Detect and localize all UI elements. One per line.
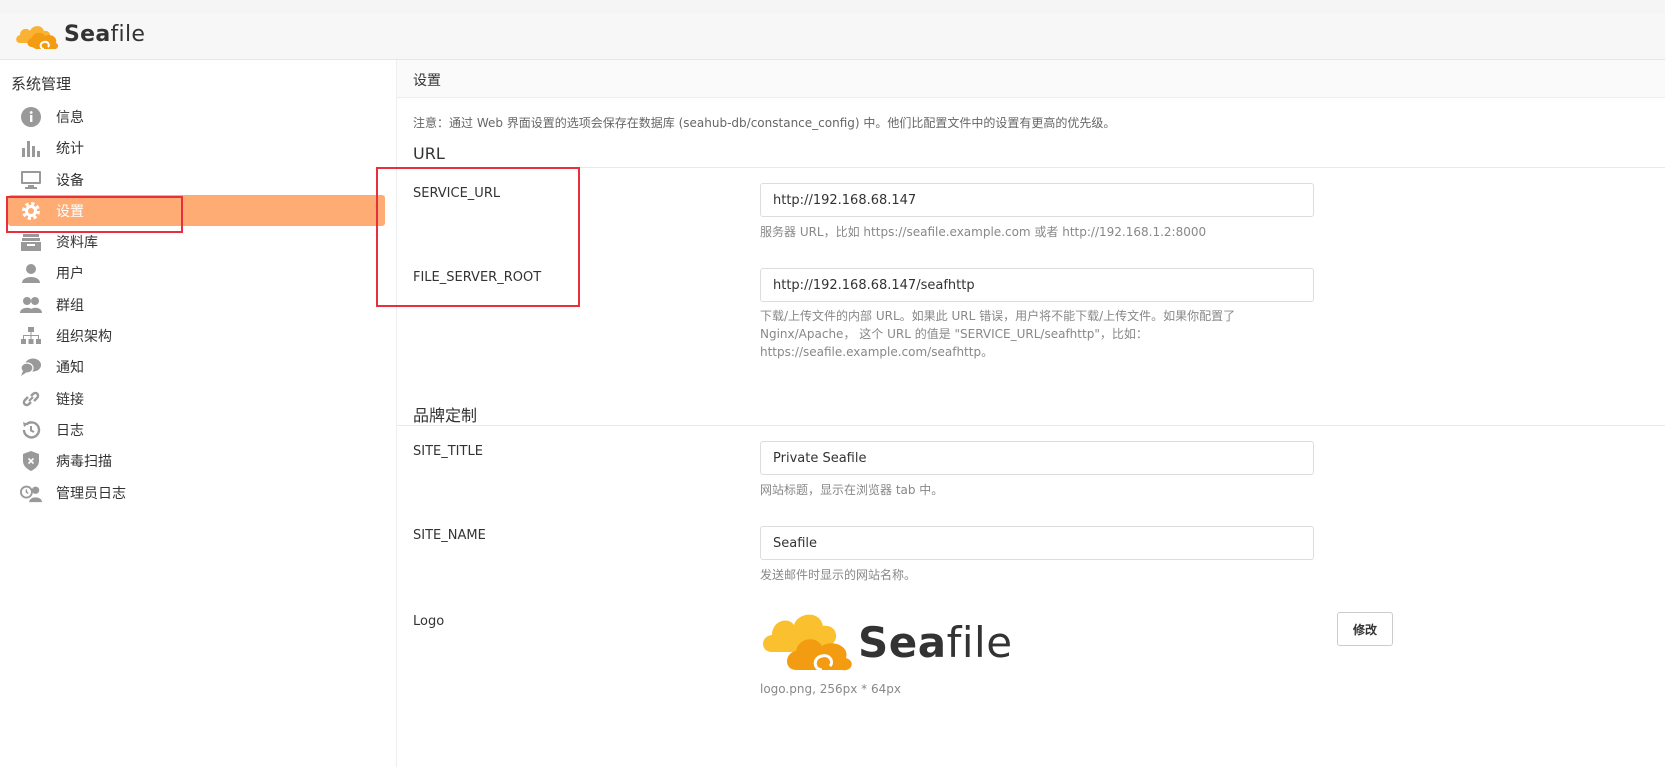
- sidebar-item-label: 管理员日志: [56, 485, 126, 502]
- sidebar-item-organization[interactable]: 组织架构: [0, 320, 396, 351]
- section-title-branding: 品牌定制: [413, 406, 478, 425]
- sidebar-item-links[interactable]: 链接: [0, 383, 396, 414]
- file-server-root-help: 下载/上传文件的内部 URL。如果此 URL 错误，用户将不能下载/上传文件。如…: [760, 309, 1236, 359]
- site-name-label: SITE_NAME: [413, 528, 486, 543]
- top-header: Seafile: [0, 13, 1665, 60]
- file-server-root-input[interactable]: [760, 268, 1314, 302]
- section-divider: [397, 167, 1665, 168]
- file-server-root-label: FILE_SERVER_ROOT: [413, 270, 542, 285]
- sidebar-item-label: 设备: [56, 172, 84, 189]
- service-url-help: 服务器 URL，比如 https://seafile.example.com 或…: [760, 225, 1207, 239]
- service-url-label: SERVICE_URL: [413, 186, 501, 201]
- admin-log-icon: [20, 483, 42, 503]
- library-icon: [20, 232, 42, 252]
- org-chart-icon: [20, 326, 42, 346]
- sidebar-item-label: 设置: [56, 203, 84, 220]
- sidebar-item-label: 统计: [56, 141, 84, 158]
- sidebar-item-label: 通知: [56, 360, 84, 377]
- sidebar-item-info[interactable]: 信息: [0, 101, 396, 132]
- group-icon: [20, 295, 42, 315]
- browser-top-strip: [0, 0, 1665, 14]
- shield-icon: [20, 451, 42, 472]
- settings-notice: 注意：通过 Web 界面设置的选项会保存在数据库 (seahub-db/cons…: [413, 116, 1116, 130]
- site-name-input[interactable]: [760, 526, 1314, 560]
- site-logo-image: Seafile: [760, 608, 1012, 678]
- seafile-logo-icon[interactable]: [14, 21, 62, 51]
- user-icon: [20, 263, 42, 284]
- sidebar-item-label: 群组: [56, 297, 84, 314]
- sidebar-item-label: 用户: [56, 266, 84, 283]
- info-icon: [20, 107, 42, 127]
- monitor-icon: [20, 170, 42, 190]
- sidebar-item-logs[interactable]: 日志: [0, 414, 396, 445]
- sidebar: 系统管理 信息 统计 设备 设置 资料库 用户 群组 组织架构 通知 链接 日志…: [0, 60, 397, 767]
- link-icon: [20, 389, 42, 409]
- sidebar-item-label: 链接: [56, 391, 84, 408]
- sidebar-item-label: 日志: [56, 422, 84, 439]
- main-panel: 设置 注意：通过 Web 界面设置的选项会保存在数据库 (seahub-db/c…: [397, 60, 1665, 767]
- site-name-help: 发送邮件时显示的网站名称。: [760, 568, 917, 582]
- sidebar-item-label: 信息: [56, 110, 84, 126]
- sidebar-title: 系统管理: [11, 75, 72, 93]
- sidebar-item-virus-scan[interactable]: 病毒扫描: [0, 445, 396, 476]
- service-url-input[interactable]: [760, 183, 1314, 217]
- logo-wordmark: Seafile: [858, 618, 1013, 667]
- sidebar-item-settings[interactable]: 设置: [0, 194, 396, 227]
- sidebar-item-statistics[interactable]: 统计: [0, 132, 396, 163]
- brand-name: Seafile: [64, 22, 146, 47]
- site-title-label: SITE_TITLE: [413, 444, 483, 459]
- sidebar-item-label: 病毒扫描: [56, 454, 112, 471]
- change-logo-button[interactable]: 修改: [1337, 612, 1393, 646]
- page-title: 设置: [413, 73, 441, 89]
- section-divider: [397, 425, 1665, 426]
- section-title-url: URL: [413, 144, 445, 163]
- sidebar-item-label: 资料库: [56, 235, 98, 252]
- history-icon: [20, 420, 42, 440]
- sidebar-item-notifications[interactable]: 通知: [0, 351, 396, 382]
- site-title-input[interactable]: [760, 441, 1314, 475]
- sidebar-item-label: 组织架构: [56, 329, 112, 346]
- seafile-logo-icon: [763, 614, 852, 672]
- sidebar-item-devices[interactable]: 设备: [0, 164, 396, 195]
- sidebar-item-groups[interactable]: 群组: [0, 289, 396, 320]
- logo-label: Logo: [413, 614, 445, 629]
- gear-icon: [20, 201, 42, 221]
- chat-icon: [20, 357, 42, 377]
- logo-help: logo.png, 256px * 64px: [760, 682, 901, 696]
- sidebar-item-admin-logs[interactable]: 管理员日志: [0, 477, 396, 508]
- sidebar-nav: 信息 统计 设备 设置 资料库 用户 群组 组织架构 通知 链接 日志 病毒扫描…: [0, 101, 396, 508]
- site-title-help: 网站标题，显示在浏览器 tab 中。: [760, 483, 944, 497]
- bar-chart-icon: [20, 138, 42, 158]
- sidebar-item-libraries[interactable]: 资料库: [0, 226, 396, 257]
- main-header: 设置: [397, 60, 1665, 98]
- sidebar-item-users[interactable]: 用户: [0, 257, 396, 288]
